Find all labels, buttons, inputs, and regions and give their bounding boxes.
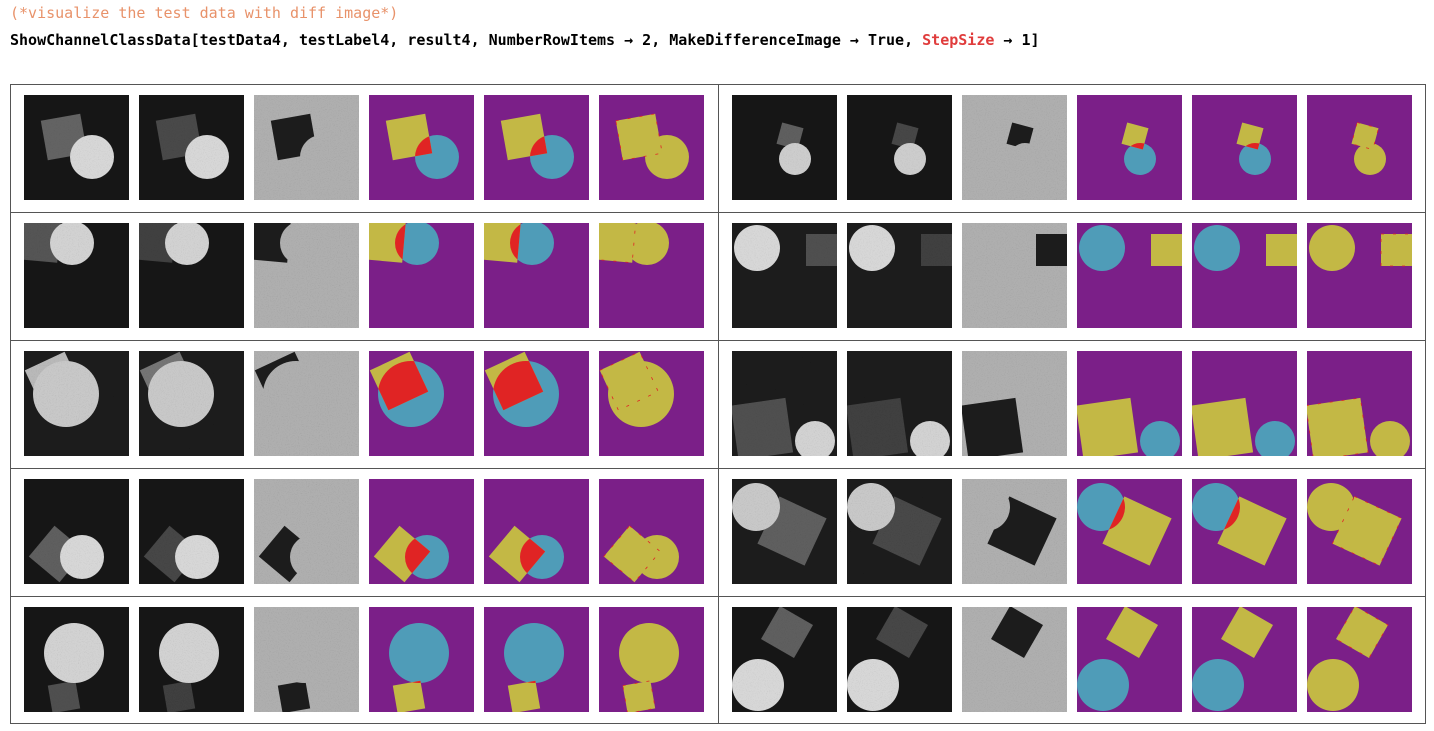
ground-truth-image xyxy=(369,607,474,712)
ground-truth-image xyxy=(1077,351,1182,456)
input-channel-image xyxy=(24,479,129,584)
input-channel-image xyxy=(847,95,952,200)
prediction-image xyxy=(484,607,589,712)
ground-truth-image xyxy=(1077,479,1182,584)
ground-truth-image xyxy=(1077,95,1182,200)
input-channel-image xyxy=(732,95,837,200)
ground-truth-image xyxy=(1077,223,1182,328)
input-channel-image xyxy=(139,479,244,584)
input-channel-image xyxy=(24,607,129,712)
rule-arrow-3: → xyxy=(1003,31,1013,49)
function-name: ShowChannelClassData xyxy=(10,31,191,49)
ground-truth-image xyxy=(369,223,474,328)
rule-arrow-1: → xyxy=(624,31,634,49)
output-grid xyxy=(10,84,1426,724)
code-comment: (*visualize the test data with diff imag… xyxy=(10,4,399,22)
difference-image xyxy=(1307,351,1412,456)
input-channel-image xyxy=(254,95,359,200)
ground-truth-image xyxy=(369,95,474,200)
ground-truth-image xyxy=(369,351,474,456)
input-channel-image xyxy=(962,223,1067,328)
input-channel-image xyxy=(732,351,837,456)
input-channel-image xyxy=(732,479,837,584)
input-channel-image xyxy=(254,351,359,456)
input-channel-image xyxy=(847,607,952,712)
separator-2: , xyxy=(904,31,923,49)
prediction-image xyxy=(484,351,589,456)
close-bracket: ] xyxy=(1030,31,1040,49)
difference-image xyxy=(1307,223,1412,328)
input-channel-image xyxy=(254,223,359,328)
difference-image xyxy=(1307,607,1412,712)
ground-truth-image xyxy=(369,479,474,584)
prediction-image xyxy=(484,223,589,328)
difference-image xyxy=(599,479,704,584)
grid-column-divider xyxy=(718,85,719,723)
difference-image xyxy=(599,223,704,328)
difference-image xyxy=(1307,95,1412,200)
prediction-image xyxy=(1192,479,1297,584)
input-channel-image xyxy=(847,351,952,456)
prediction-image xyxy=(1192,95,1297,200)
prediction-image xyxy=(484,479,589,584)
input-channel-image xyxy=(24,223,129,328)
code-input-line[interactable]: ShowChannelClassData[testData4, testLabe… xyxy=(10,31,1040,49)
input-channel-image xyxy=(139,223,244,328)
prediction-image xyxy=(1192,223,1297,328)
prediction-image xyxy=(1192,351,1297,456)
difference-image xyxy=(599,607,704,712)
open-bracket: [ xyxy=(190,31,200,49)
difference-image xyxy=(599,351,704,456)
rule-arrow-2: → xyxy=(849,31,859,49)
input-channel-image xyxy=(962,607,1067,712)
number-row-items-value: 2 xyxy=(642,31,652,49)
input-channel-image xyxy=(732,607,837,712)
stepsize-option: StepSize xyxy=(922,31,995,49)
prediction-image xyxy=(484,95,589,200)
input-channel-image xyxy=(139,95,244,200)
input-channel-image xyxy=(254,479,359,584)
input-channel-image xyxy=(847,223,952,328)
stepsize-value: 1 xyxy=(1021,31,1031,49)
difference-image xyxy=(1307,479,1412,584)
input-channel-image xyxy=(24,95,129,200)
input-channel-image xyxy=(139,607,244,712)
prediction-image xyxy=(1192,607,1297,712)
args-text: testData4, testLabel4, result4, NumberRo… xyxy=(199,31,616,49)
input-channel-image xyxy=(962,95,1067,200)
input-channel-image xyxy=(962,479,1067,584)
separator-1: , MakeDifferenceImage xyxy=(651,31,850,49)
make-difference-image-value: True xyxy=(867,31,905,49)
difference-image xyxy=(599,95,704,200)
input-channel-image xyxy=(847,479,952,584)
input-channel-image xyxy=(732,223,837,328)
input-channel-image xyxy=(254,607,359,712)
input-channel-image xyxy=(24,351,129,456)
input-channel-image xyxy=(139,351,244,456)
input-channel-image xyxy=(962,351,1067,456)
ground-truth-image xyxy=(1077,607,1182,712)
